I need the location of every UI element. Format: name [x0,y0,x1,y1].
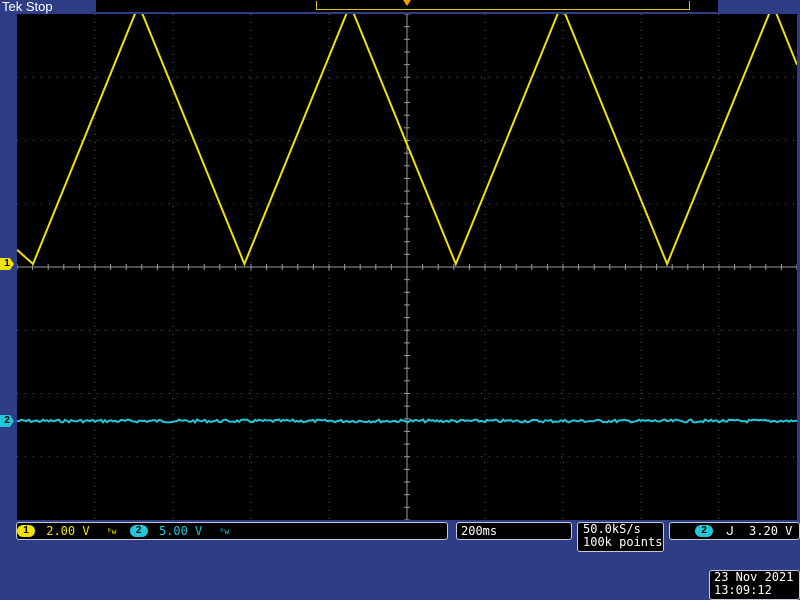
channel-1-badge[interactable]: 1 [17,524,35,537]
channel-2-ground-marker[interactable]: 2 [0,415,14,427]
trigger-source-badge[interactable]: 2 [695,524,713,537]
channel-1-ground-marker[interactable]: 1 [0,258,14,270]
waveform-display[interactable] [17,14,797,520]
brand-label: Tek [2,0,23,14]
channel-scale-readout[interactable]: 1 2.00 V ᴮw 2 5.00 V ᴮw [16,522,448,540]
acquisition-state: Stop [25,0,53,14]
top-status-bar: Tek Stop [0,0,800,14]
trigger-level[interactable]: 3.20 V [749,524,792,538]
channel-2-bandwidth-icon: ᴮw [219,526,230,536]
scope-status-title: Tek Stop [2,0,53,14]
record-length: 100k points [583,535,663,549]
channel-1-bandwidth-icon: ᴮw [106,526,117,536]
channel-2-badge[interactable]: 2 [129,524,148,537]
trigger-slope-icon[interactable]: ᒍ [726,524,734,538]
timebase-readout[interactable]: 200ms [456,522,572,540]
timebase-value[interactable]: 200ms [461,524,497,538]
trigger-position-icon[interactable] [403,0,411,6]
waveform-graticule [17,14,797,520]
trigger-readout[interactable]: 2 ᒍ 3.20 V [669,522,800,540]
acquisition-readout[interactable]: 50.0kS/s 100k points [577,522,664,552]
time-label: 13:09:12 [714,583,772,597]
channel-1-scale[interactable]: 2.00 V [46,524,89,538]
record-view-window[interactable] [316,1,690,10]
channel-2-scale[interactable]: 5.00 V [159,524,202,538]
timestamp-readout: 23 Nov 2021 13:09:12 [709,570,800,600]
